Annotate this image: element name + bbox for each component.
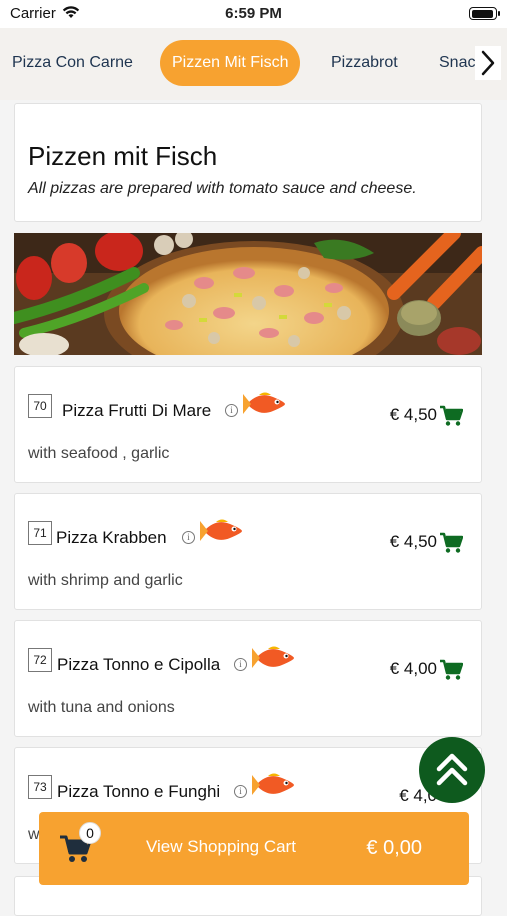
category-header: Pizzen mit Fisch All pizzas are prepared… [14,103,482,222]
item-price: € 4,50 [389,532,437,551]
item-name: Pizza Tonno e Funghi [57,782,221,801]
item-number: 72 [28,648,52,672]
item-name: Pizza Krabben [56,528,167,547]
info-icon[interactable]: i [225,404,238,417]
menu-item[interactable]: 72 Pizza Tonno e Cipolla i € 4,00 with t… [14,620,482,737]
item-number: 70 [28,394,52,418]
item-name: Pizza Frutti Di Mare [62,401,212,420]
item-number: 71 [28,521,52,545]
info-icon[interactable]: i [234,785,247,798]
status-bar: Carrier 6:59 PM [0,0,507,28]
info-icon[interactable]: i [234,658,247,671]
category-subtitle: All pizzas are prepared with tomato sauc… [28,180,417,197]
item-description: with shrimp and garlic [28,572,183,589]
item-description: with seafood , garlic [28,445,170,462]
item-name: Pizza Tonno e Cipolla [57,655,221,674]
item-price: € 4,50 [389,405,437,424]
tab-pizza-con-carne[interactable]: Pizza Con Carne [0,40,145,86]
battery-icon [469,7,500,20]
item-description: with tuna and onions [28,699,175,716]
category-title: Pizzen mit Fisch [28,141,218,171]
add-to-cart-icon[interactable] [439,405,463,427]
add-to-cart-icon[interactable] [439,659,463,681]
item-description: w [28,826,40,843]
double-chevron-up-icon [436,753,468,786]
info-icon[interactable]: i [182,531,195,544]
add-to-cart-icon[interactable] [439,532,463,554]
menu-item[interactable]: 71 Pizza Krabben i € 4,50 with shrimp an… [14,493,482,610]
fish-icon [252,773,294,795]
category-banner-image [14,233,482,355]
chevron-right-icon [481,50,495,76]
scroll-to-top-button[interactable] [419,737,485,803]
tab-pizzen-mit-fisch[interactable]: Pizzen Mit Fisch [160,40,301,86]
tab-next-button[interactable] [475,46,501,80]
cart-total: € 0,00 [366,837,422,859]
view-shopping-cart-button[interactable]: 0 View Shopping Cart € 0,00 [39,812,469,885]
status-time: 6:59 PM [225,5,282,22]
menu-item[interactable]: 70 Pizza Frutti Di Mare i € 4,50 with se… [14,366,482,483]
fish-icon [200,519,242,541]
item-number: 73 [28,775,52,799]
category-tabs: Pizza Con Carne Pizzen Mit Fisch Pizzabr… [0,28,507,100]
fish-icon [243,392,285,414]
fish-icon [252,646,294,668]
tab-pizzabrot[interactable]: Pizzabrot [319,40,410,86]
cart-count-badge: 0 [79,822,101,844]
view-cart-label: View Shopping Cart [146,837,296,856]
item-price: € 4,00 [389,659,437,678]
